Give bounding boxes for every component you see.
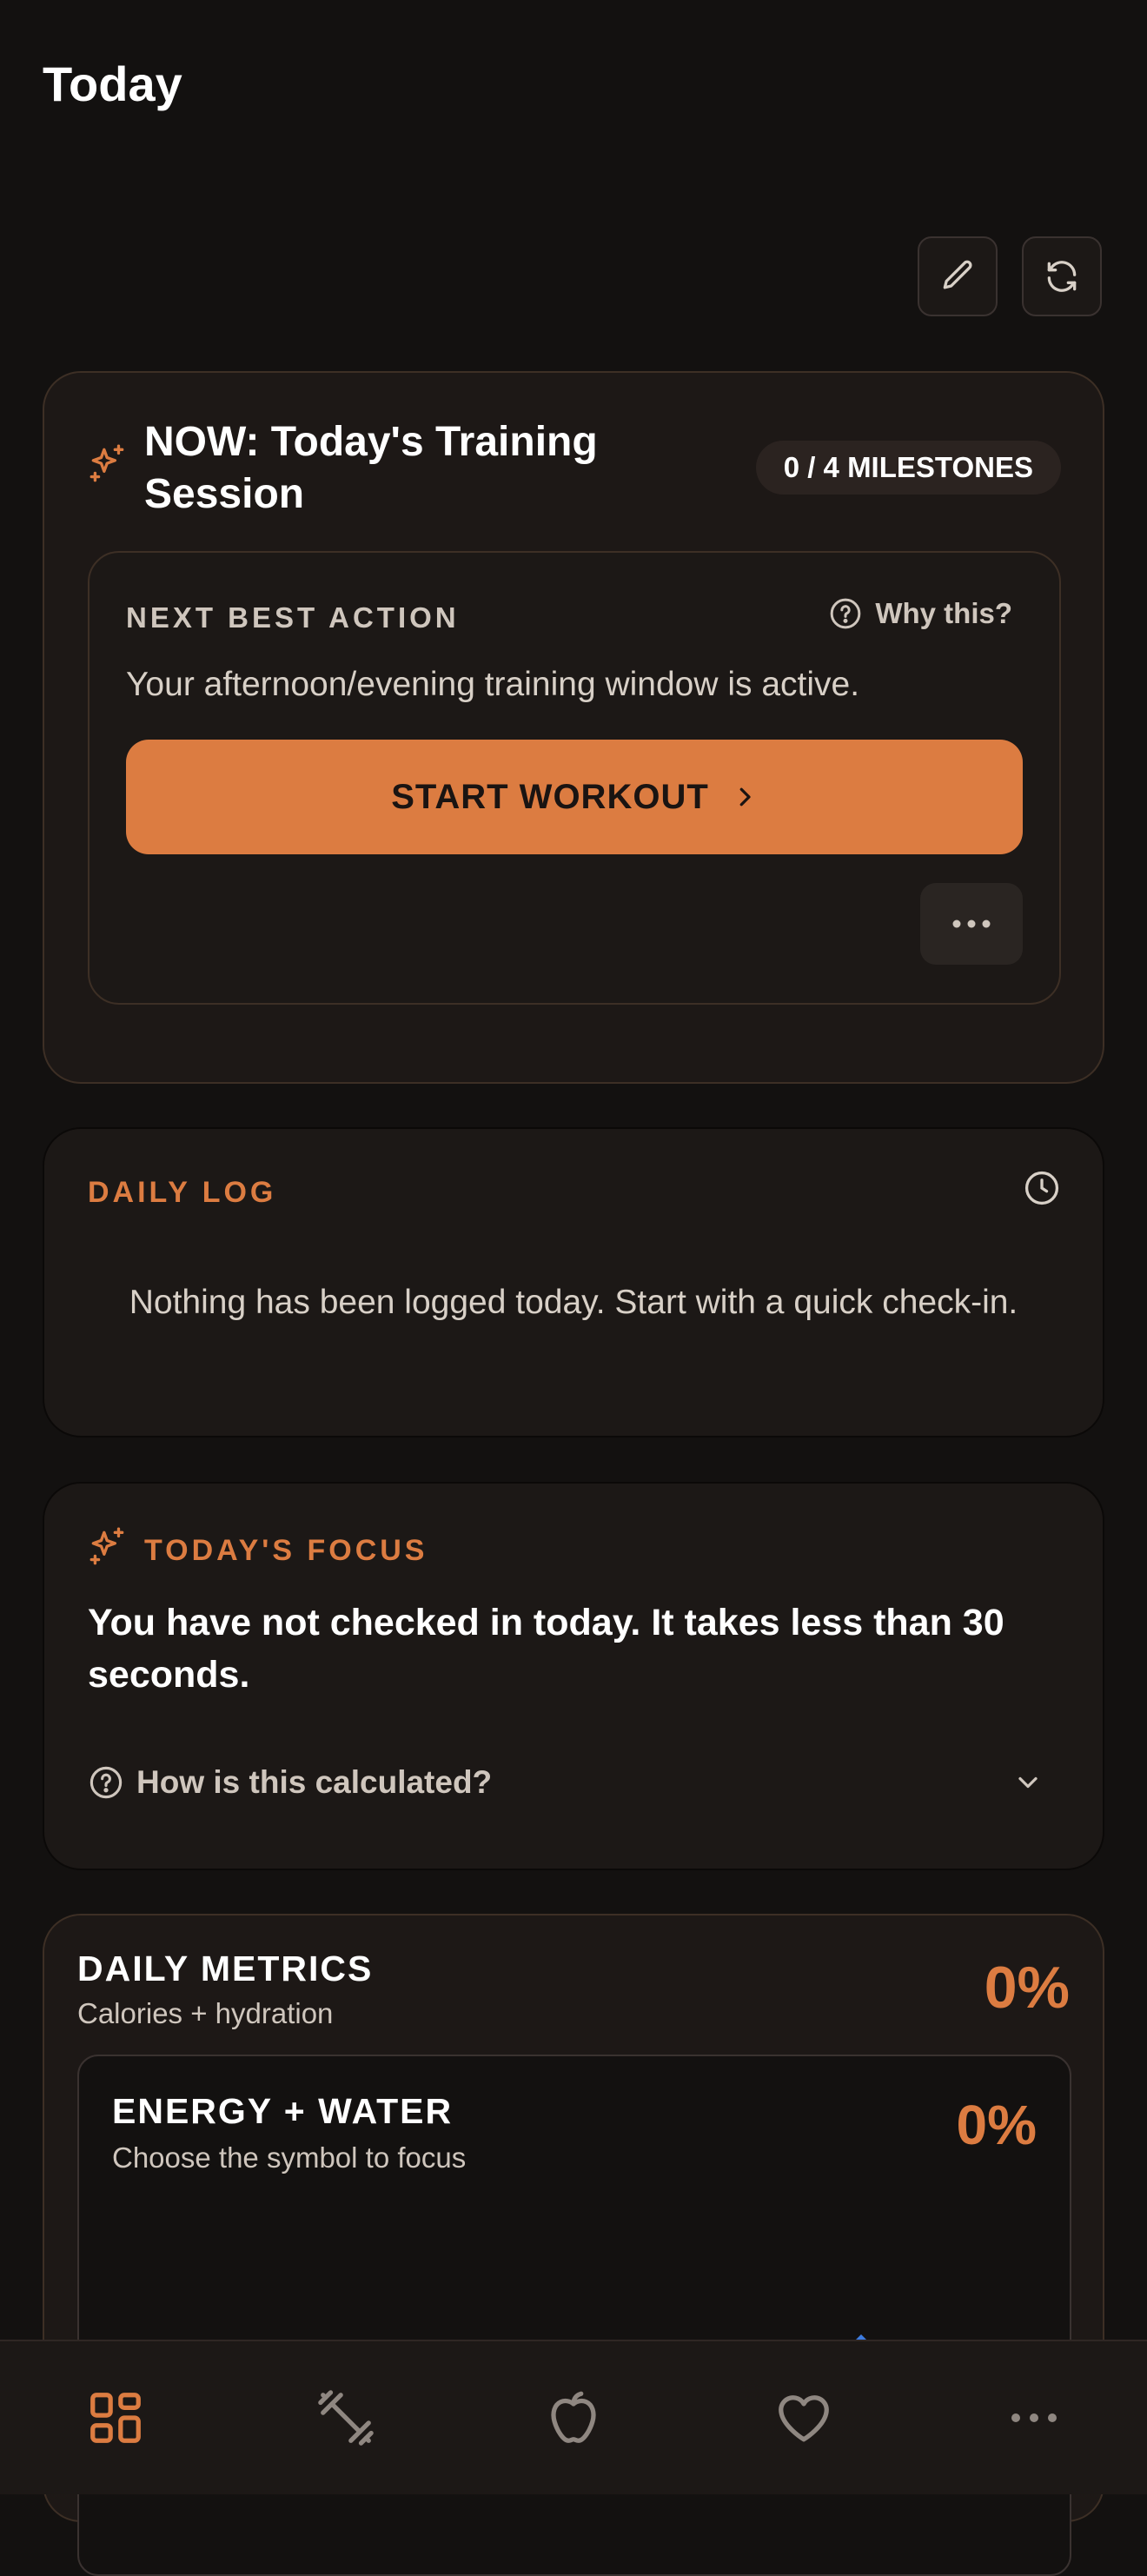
help-circle-icon bbox=[831, 598, 861, 629]
sparkles-icon bbox=[90, 1527, 124, 1565]
now-card-title: NOW: Today's Training Session bbox=[144, 419, 598, 517]
milestones-badge: 0 / 4 MILESTONES bbox=[755, 441, 1061, 495]
tab-dashboard[interactable] bbox=[81, 2383, 150, 2453]
more-horizontal-icon bbox=[1011, 2413, 1057, 2422]
dumbbell-icon bbox=[318, 2390, 374, 2446]
more-horizontal-icon bbox=[952, 920, 991, 928]
how-calculated-label: How is this calculated? bbox=[136, 1764, 493, 1800]
now-card: NOW: Today's Training Session 0 / 4 MILE… bbox=[43, 371, 1104, 1084]
daily-log-empty-text: Nothing has been logged today. Start wit… bbox=[129, 1284, 1018, 1321]
why-this-button[interactable]: Why this? bbox=[828, 596, 1012, 631]
tab-training[interactable] bbox=[311, 2383, 381, 2453]
clock-icon[interactable] bbox=[1023, 1169, 1061, 1207]
daily-log-label: DAILY LOG bbox=[88, 1176, 277, 1209]
energy-water-panel[interactable]: ENERGY + WATER Choose the symbol to focu… bbox=[77, 2055, 1071, 2576]
daily-metrics-title: DAILY METRICS bbox=[77, 1949, 374, 1988]
chevron-right-icon bbox=[739, 787, 751, 807]
daily-metrics-subtitle: Calories + hydration bbox=[77, 1997, 334, 2029]
page-title: Today bbox=[43, 56, 182, 111]
todays-focus-card: TODAY'S FOCUS You have not checked in to… bbox=[43, 1482, 1104, 1870]
bottom-tab-bar bbox=[0, 2340, 1147, 2494]
start-workout-label: START WORKOUT bbox=[391, 777, 709, 816]
sparkles-icon bbox=[90, 444, 124, 482]
chevron-down-icon bbox=[1018, 1776, 1038, 1789]
why-this-label: Why this? bbox=[875, 597, 1012, 629]
next-best-action-panel: NEXT BEST ACTION Why this? Your afternoo… bbox=[88, 551, 1061, 1005]
grid-icon bbox=[90, 2393, 141, 2443]
help-circle-icon bbox=[90, 1766, 123, 1799]
energy-water-title: ENERGY + WATER bbox=[112, 2091, 454, 2131]
tab-health[interactable] bbox=[769, 2383, 839, 2453]
next-best-action-description: Your afternoon/evening training window i… bbox=[126, 666, 860, 703]
pencil-icon bbox=[943, 260, 972, 289]
daily-log-card: DAILY LOG Nothing has been logged today.… bbox=[43, 1127, 1104, 1437]
refresh-button[interactable] bbox=[1022, 236, 1102, 316]
energy-water-subtitle: Choose the symbol to focus bbox=[112, 2141, 467, 2174]
heart-icon bbox=[779, 2395, 829, 2442]
tab-nutrition[interactable] bbox=[539, 2383, 608, 2453]
apple-icon bbox=[551, 2391, 596, 2443]
more-options-button[interactable] bbox=[920, 883, 1023, 965]
tab-more[interactable] bbox=[999, 2383, 1069, 2453]
how-calculated-toggle[interactable]: How is this calculated? bbox=[88, 1760, 1044, 1805]
edit-button[interactable] bbox=[918, 236, 998, 316]
todays-focus-label: TODAY'S FOCUS bbox=[144, 1534, 428, 1567]
energy-water-percent: 0% bbox=[956, 2094, 1038, 2156]
daily-metrics-percent: 0% bbox=[984, 1955, 1070, 2021]
next-best-action-label: NEXT BEST ACTION bbox=[126, 601, 460, 634]
refresh-icon bbox=[1047, 261, 1077, 292]
start-workout-button[interactable]: START WORKOUT bbox=[126, 740, 1023, 854]
todays-focus-text: You have not checked in today. It takes … bbox=[88, 1602, 1004, 1696]
